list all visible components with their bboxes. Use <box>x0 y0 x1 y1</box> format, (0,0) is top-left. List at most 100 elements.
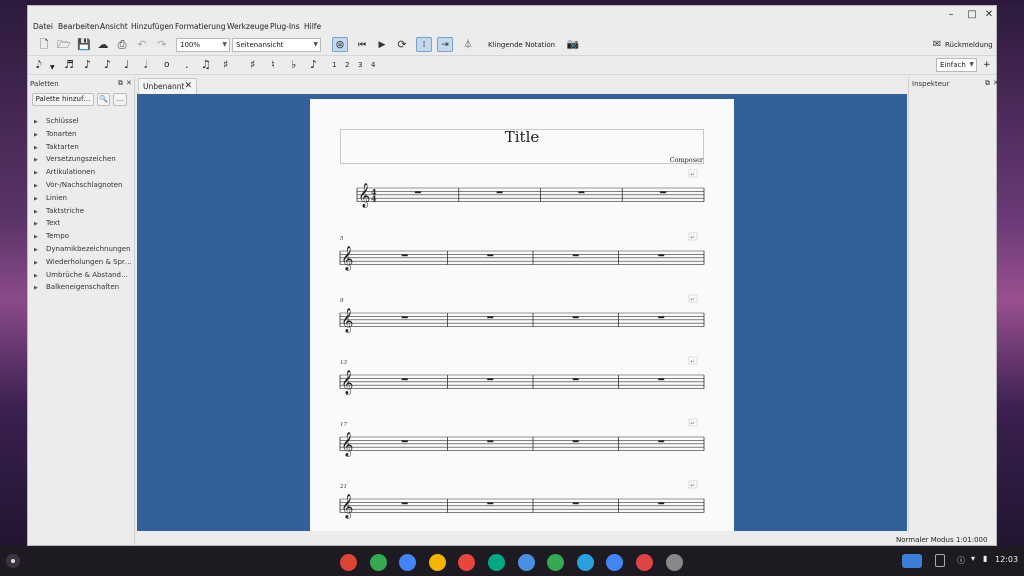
app-11-icon[interactable] <box>636 554 653 571</box>
note-input-mode-icon[interactable]: 𝅘𝅥𝅮 <box>36 58 42 72</box>
palette-item[interactable]: ▶ Artikulationen <box>34 168 95 176</box>
voice-2-button[interactable]: 2 <box>345 58 349 72</box>
voice-4-button[interactable]: 4 <box>371 58 375 72</box>
drive-icon[interactable] <box>369 554 387 571</box>
menu-werkzeuge[interactable]: Werkzeuge <box>227 21 269 33</box>
add-toolbar-button[interactable]: + <box>983 58 991 72</box>
files-icon[interactable] <box>517 554 535 571</box>
app-12-icon[interactable] <box>665 554 683 571</box>
search-palette-button[interactable]: 🔍 <box>97 93 110 106</box>
voice-3-button[interactable]: 3 <box>358 58 362 72</box>
app-4-icon[interactable] <box>428 554 446 571</box>
rest-icon[interactable]: ♯ <box>223 58 228 72</box>
menu-ansicht[interactable]: Ansicht <box>100 21 128 33</box>
status-position: 1:01:000 <box>956 536 988 544</box>
midi-input-icon[interactable]: ⊛ <box>332 37 348 52</box>
palette-item[interactable]: ▶ Schlüssel <box>34 117 79 125</box>
repeat-playback-icon[interactable]: ⁞ <box>416 37 432 52</box>
flat-icon[interactable]: ♭ <box>291 58 296 72</box>
minimize-icon[interactable]: – <box>944 8 958 22</box>
score-canvas[interactable]: Title Composer 𝄞 4 4 ↵ 𝄞 5 ↵ 𝄞 9 ↵ 𝄞 13 ↵ 𝄞 17 ↵ 𝄞 21 ↵ <box>137 94 907 531</box>
palette-item[interactable]: ▶ Tonarten <box>34 130 76 138</box>
close-tab-icon[interactable]: ✕ <box>184 79 192 94</box>
phone-hub-icon[interactable] <box>935 554 945 567</box>
palette-item[interactable]: ▶ Taktstriche <box>34 207 84 215</box>
menu-plugins[interactable]: Plug-Ins <box>270 21 300 33</box>
wifi-icon[interactable]: ▾ <box>971 554 975 563</box>
undo-icon[interactable]: ↶ <box>134 38 150 52</box>
zoom-combo[interactable]: 100% ▼ <box>176 38 230 52</box>
menu-formatierung[interactable]: Formatierung <box>175 21 225 33</box>
palette-menu-button[interactable]: … <box>113 93 127 106</box>
layout-mode-combo[interactable]: Einfach ▼ <box>936 58 977 72</box>
palette-item[interactable]: ▶ Wiederholungen & Spr… <box>34 258 132 266</box>
app-3-icon[interactable] <box>399 554 417 571</box>
app-6-icon[interactable] <box>488 554 505 571</box>
chevron-down-icon[interactable]: ▼ <box>50 61 55 75</box>
maximize-icon[interactable]: □ <box>965 8 979 22</box>
palette-item[interactable]: ▶ Balkeneigenschaften <box>34 283 119 291</box>
rewind-icon[interactable]: ⏮ <box>354 38 370 52</box>
concert-pitch-toggle[interactable]: Klingende Notation <box>488 39 555 51</box>
whole-note-icon[interactable]: o <box>164 58 170 72</box>
palette-item[interactable]: ▶ Versetzungszeichen <box>34 155 116 163</box>
save-icon[interactable]: 💾 <box>76 38 92 52</box>
score-page[interactable]: Title Composer 𝄞 4 4 ↵ 𝄞 5 ↵ 𝄞 9 ↵ 𝄞 13 ↵ 𝄞 17 ↵ 𝄞 21 ↵ <box>310 99 734 531</box>
close-panel-icon[interactable]: ✕ <box>993 79 999 87</box>
cloud-upload-icon[interactable]: ☁ <box>95 38 111 52</box>
half-note-icon[interactable]: 𝅗𝅥 <box>144 58 148 72</box>
menu-datei[interactable]: Datei <box>33 21 53 33</box>
loop-icon[interactable]: ⟳ <box>394 38 410 52</box>
launcher-button[interactable] <box>6 554 20 568</box>
print-icon[interactable]: ⎙ <box>114 38 130 52</box>
menu-hinzufuegen[interactable]: Hinzufügen <box>131 21 174 33</box>
telegram-icon[interactable] <box>576 554 594 571</box>
palette-item-label: Tempo <box>46 232 69 241</box>
redo-icon[interactable]: ↷ <box>154 38 170 52</box>
palette-item[interactable]: ▶ Tempo <box>34 232 69 240</box>
flip-direction-icon[interactable]: ♪ <box>310 58 317 72</box>
app-5-icon[interactable] <box>458 554 476 571</box>
metronome-icon[interactable]: ⏃ <box>460 38 476 52</box>
sharp-icon[interactable]: ♯ <box>250 58 255 72</box>
camera-icon[interactable]: 📷 <box>565 38 581 52</box>
chevron-down-icon: ▼ <box>222 41 227 48</box>
notification-icon[interactable]: ⓘ <box>957 555 965 566</box>
natural-icon[interactable]: ♮ <box>271 58 275 72</box>
float-panel-icon[interactable]: ⧉ <box>118 79 123 88</box>
augmentation-dot-icon[interactable]: . <box>185 58 189 72</box>
palette-item[interactable]: ▶ Umbrüche & Abstand… <box>34 271 128 279</box>
palette-item[interactable]: ▶ Taktarten <box>34 143 79 151</box>
chrome-icon[interactable] <box>340 554 357 571</box>
tab-score[interactable]: Unbenannt ✕ <box>138 78 197 94</box>
close-icon[interactable]: ✕ <box>982 8 996 22</box>
new-file-icon[interactable]: 🗋 <box>36 38 52 52</box>
whole-rest <box>401 254 408 257</box>
palette-item[interactable]: ▶ Vor-/Nachschlagnoten <box>34 181 122 189</box>
sixteenth-note-icon[interactable]: ♪ <box>84 58 91 72</box>
palette-item[interactable]: ▶ Linien <box>34 194 67 202</box>
view-mode-combo[interactable]: Seitenansicht ▼ <box>232 38 321 52</box>
app-10-icon[interactable] <box>606 554 624 571</box>
menu-hilfe[interactable]: Hilfe <box>304 21 321 33</box>
open-folder-icon[interactable]: 🗁 <box>56 38 72 52</box>
pan-score-icon[interactable]: ⇥ <box>437 37 453 52</box>
play-store-icon[interactable] <box>547 554 565 571</box>
palette-item[interactable]: ▶ Text <box>34 219 60 227</box>
voice-1-button[interactable]: 1 <box>332 58 336 72</box>
float-panel-icon[interactable]: ⧉ <box>985 79 990 88</box>
clock[interactable]: 12:03 <box>995 555 1018 564</box>
close-panel-icon[interactable]: ✕ <box>126 79 132 87</box>
add-palette-button[interactable]: Palette hinzuf… <box>32 93 94 106</box>
screen-capture-icon[interactable] <box>902 554 922 568</box>
eighth-note-icon[interactable]: ♪ <box>104 58 111 72</box>
quarter-note-icon[interactable]: ♩ <box>124 58 129 72</box>
battery-icon[interactable]: ▮ <box>983 554 987 563</box>
tie-icon[interactable]: ♫ <box>201 58 211 72</box>
chevron-down-icon: ▼ <box>969 61 974 68</box>
menu-bearbeiten[interactable]: Bearbeiten <box>58 21 99 33</box>
feedback-button[interactable]: Rückmeldung <box>945 39 993 51</box>
palette-item[interactable]: ▶ Dynamikbezeichnungen <box>34 245 131 253</box>
play-icon[interactable]: ▶ <box>374 38 390 52</box>
sixtyfourth-note-icon[interactable]: ♬ <box>64 58 74 72</box>
